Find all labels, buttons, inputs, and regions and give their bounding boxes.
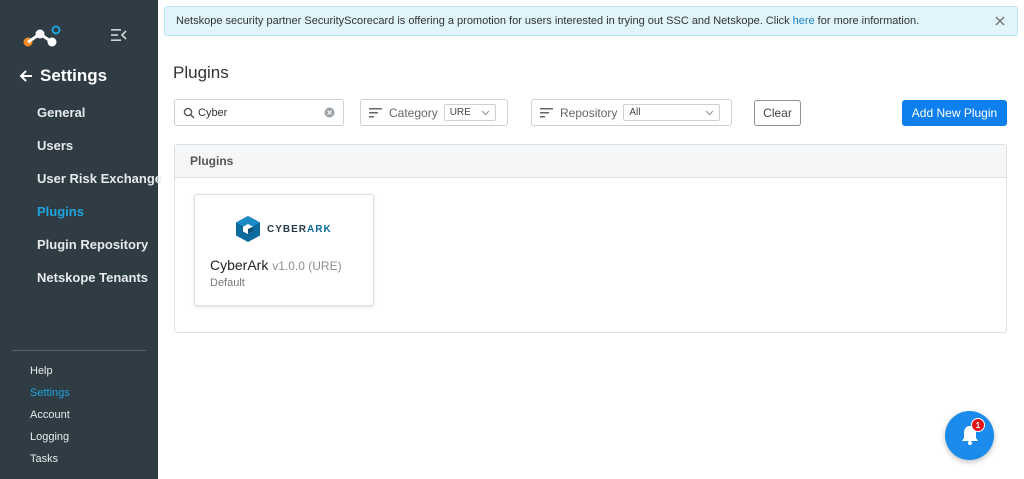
- panel-header: Plugins: [175, 145, 1006, 178]
- repository-label: Repository: [560, 105, 618, 120]
- notifications-button[interactable]: 1: [945, 411, 994, 460]
- sidebar-item-netskope-tenants[interactable]: Netskope Tenants: [0, 261, 158, 294]
- sidebar-title: Settings: [40, 66, 108, 85]
- banner-link[interactable]: here: [793, 15, 815, 27]
- repository-filter: Repository All: [531, 99, 732, 126]
- sidebar-item-general[interactable]: General: [0, 96, 158, 129]
- back-to-settings[interactable]: Settings: [18, 64, 107, 88]
- bottom-item-logging[interactable]: Logging: [0, 426, 158, 448]
- repository-select[interactable]: All: [623, 104, 721, 121]
- sidebar-item-users[interactable]: Users: [0, 129, 158, 162]
- plugin-card[interactable]: CYBERARK CyberArk v1.0.0 (URE) Default: [194, 194, 374, 306]
- sidebar-item-user-risk-exchange[interactable]: User Risk Exchange: [0, 162, 162, 195]
- category-filter: Category URE: [360, 99, 508, 126]
- bottom-item-tasks[interactable]: Tasks: [0, 448, 158, 470]
- sidebar-bottom-nav: Help Settings Account Logging Tasks: [0, 360, 158, 470]
- close-icon[interactable]: [993, 14, 1007, 28]
- plugin-subtitle: Default: [210, 277, 245, 289]
- search-icon: [183, 107, 195, 119]
- plugin-version: v1.0.0 (URE): [272, 259, 342, 273]
- filter-icon: [369, 108, 382, 118]
- sidebar-divider: [12, 350, 146, 351]
- sidebar-nav: General Users User Risk Exchange Plugins…: [0, 96, 162, 294]
- clear-search-icon[interactable]: [324, 107, 335, 118]
- sidebar-item-plugins[interactable]: Plugins: [0, 195, 158, 228]
- search-box: [174, 99, 344, 126]
- collapse-menu-icon[interactable]: [110, 27, 128, 43]
- repository-value: All: [629, 107, 641, 118]
- plugin-name-row: CyberArk v1.0.0 (URE): [210, 257, 342, 273]
- page-title: Plugins: [173, 63, 229, 82]
- category-label: Category: [389, 105, 438, 120]
- banner-text-after: for more information.: [817, 15, 920, 27]
- bottom-item-settings[interactable]: Settings: [0, 382, 158, 404]
- sidebar-item-plugin-repository[interactable]: Plugin Repository: [0, 228, 158, 261]
- bottom-item-account[interactable]: Account: [0, 404, 158, 426]
- brand-text: CYBERARK: [267, 224, 332, 235]
- plugins-panel: Plugins CYBERARK CyberArk v1.0.0 (URE) D…: [174, 144, 1007, 333]
- chevron-down-icon: [705, 110, 714, 116]
- category-value: URE: [449, 107, 471, 118]
- arrow-left-icon: [19, 70, 32, 82]
- netskope-logo-icon[interactable]: [22, 24, 62, 48]
- brand-suffix: ARK: [307, 223, 332, 235]
- add-new-plugin-button[interactable]: Add New Plugin: [902, 100, 1007, 126]
- plugin-name: CyberArk: [210, 257, 269, 273]
- filter-icon: [540, 108, 553, 118]
- banner-text-before: Netskope security partner SecurityScorec…: [176, 15, 790, 27]
- category-select[interactable]: URE: [443, 104, 496, 121]
- chevron-down-icon: [481, 110, 490, 116]
- bottom-item-help[interactable]: Help: [0, 360, 158, 382]
- clear-button[interactable]: Clear: [754, 100, 801, 126]
- sidebar: Settings General Users User Risk Exchang…: [0, 0, 162, 479]
- cyberark-logo-icon: [236, 216, 260, 242]
- promo-banner: Netskope security partner SecurityScorec…: [164, 6, 1018, 36]
- notification-badge: 1: [971, 418, 985, 432]
- search-input[interactable]: [198, 104, 318, 122]
- plugin-logo: CYBERARK: [235, 215, 332, 243]
- brand-prefix: CYBER: [267, 223, 308, 235]
